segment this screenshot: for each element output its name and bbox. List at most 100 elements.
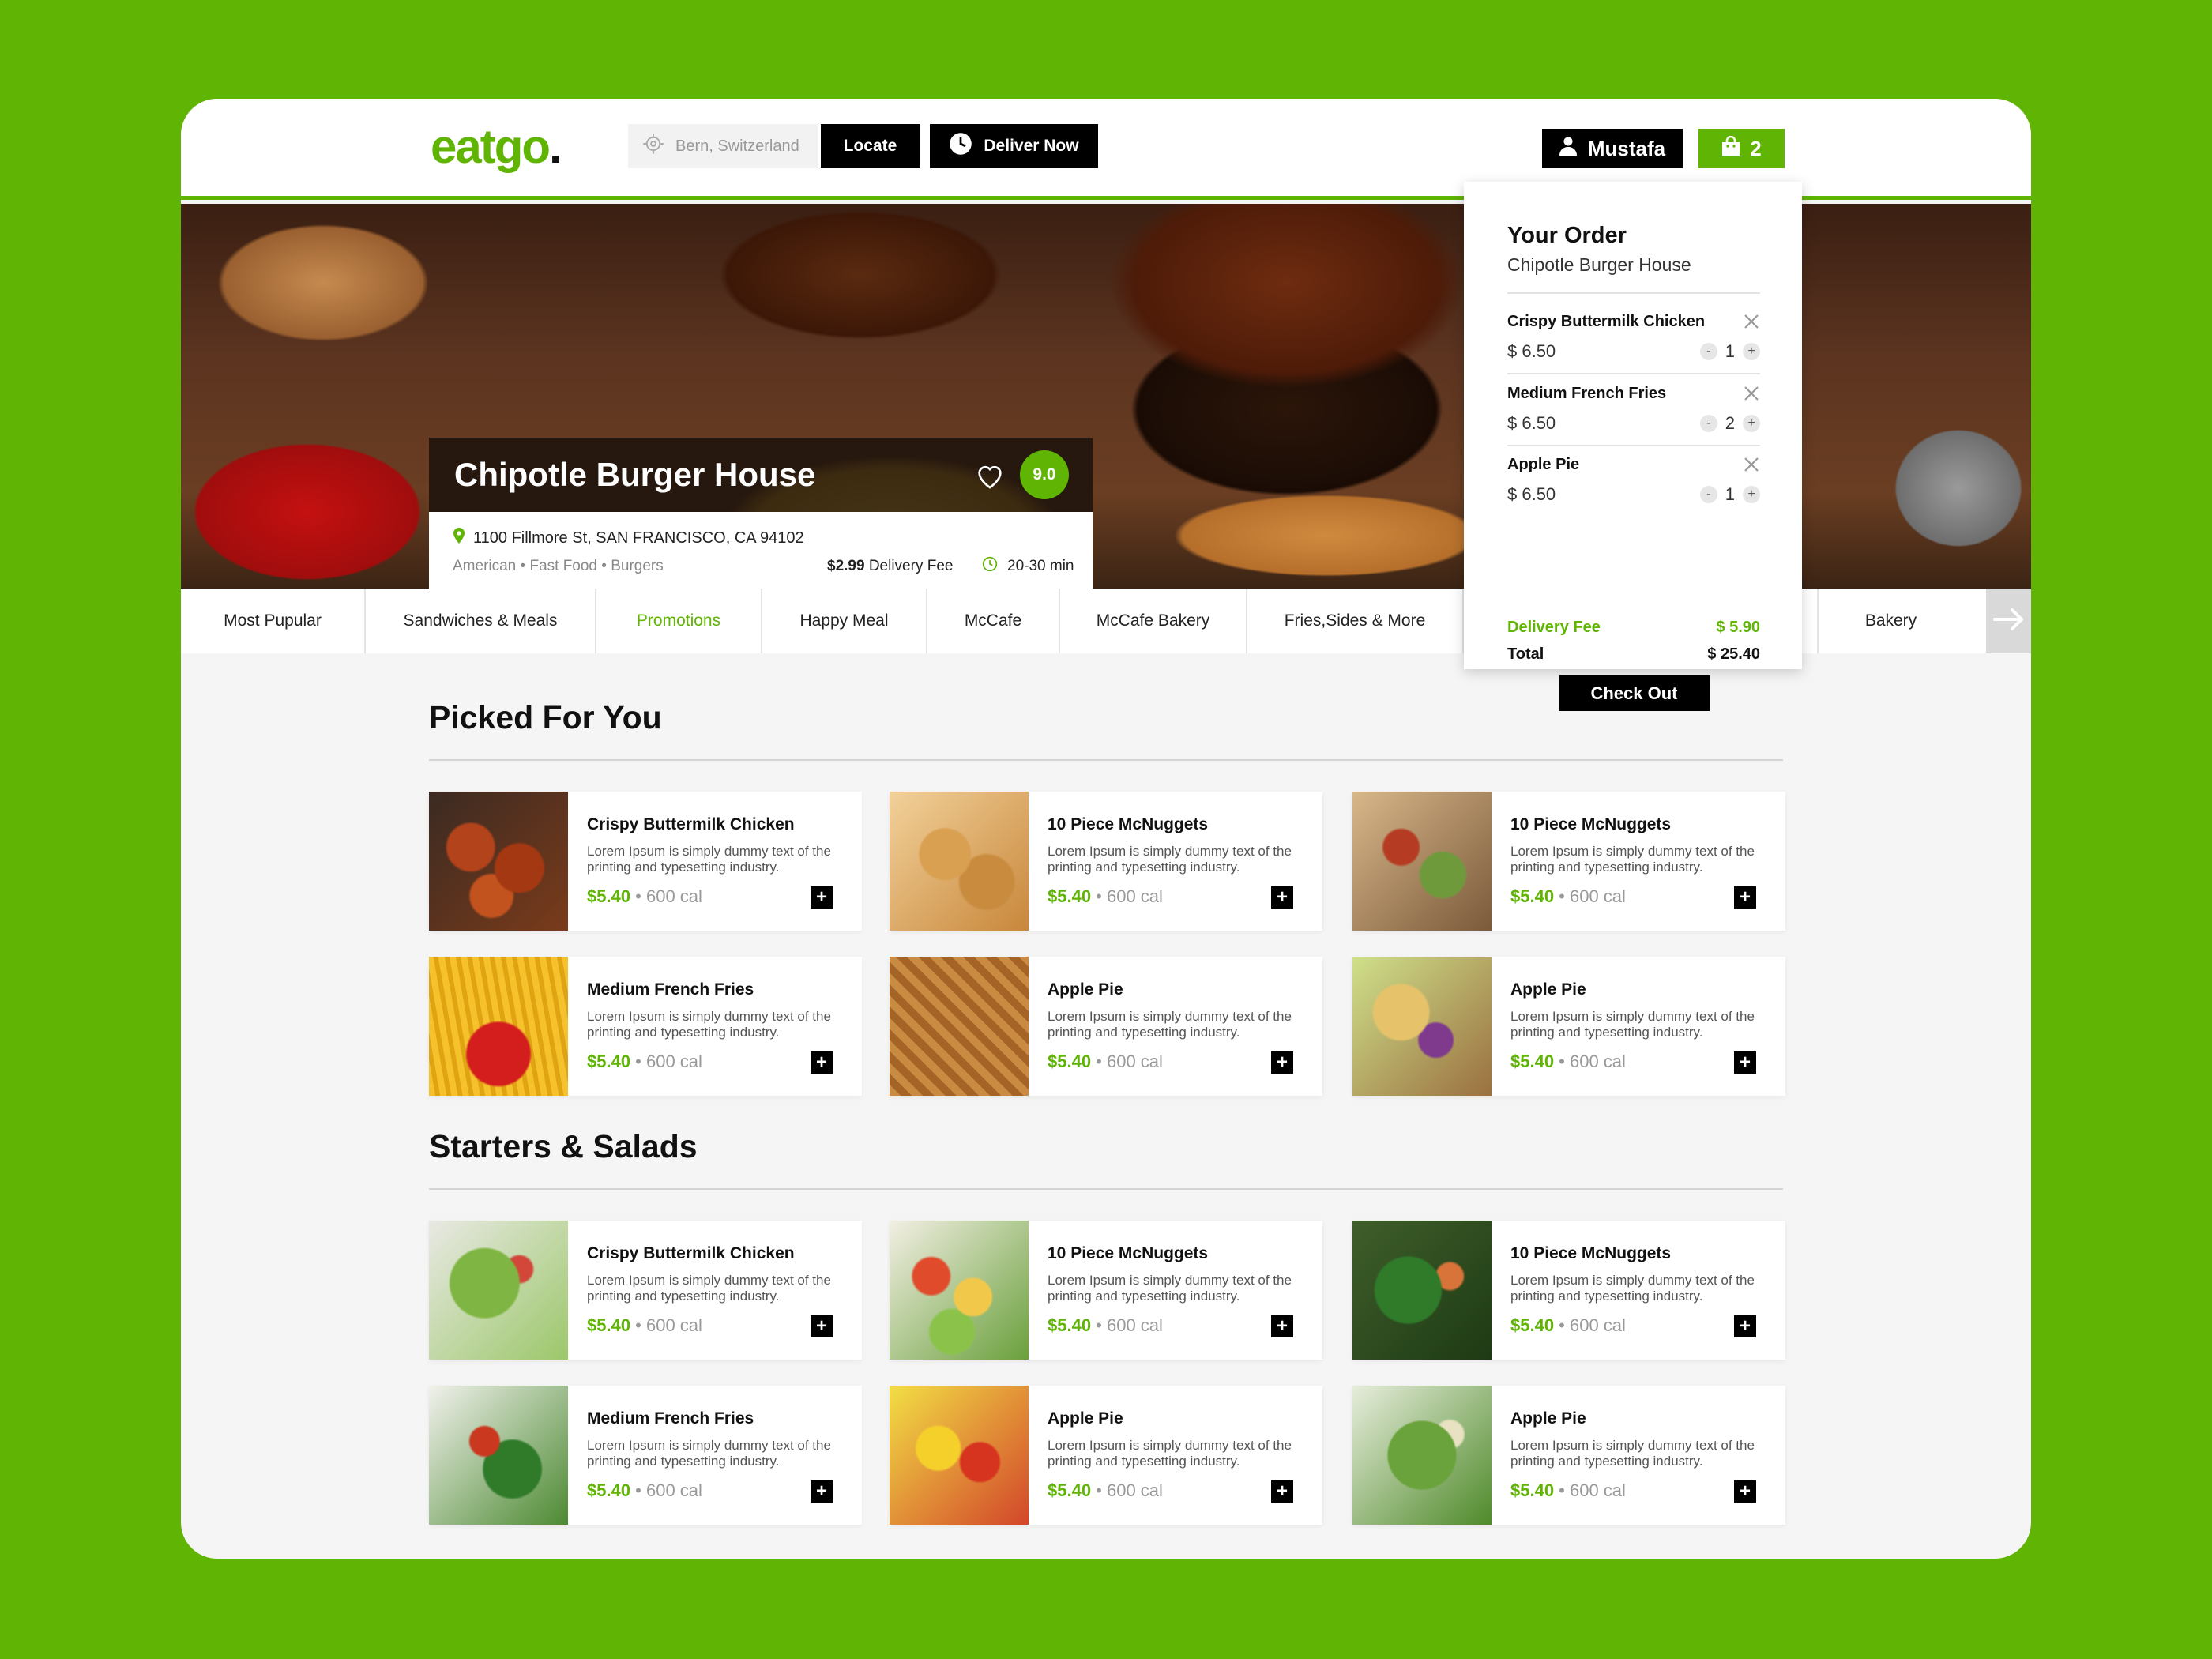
delivery-fee-label: Delivery Fee (868, 558, 954, 574)
menu-item-calories: • 600 cal (630, 886, 702, 906)
plus-icon: + (815, 1315, 827, 1337)
add-to-cart-button[interactable]: + (1734, 1480, 1756, 1503)
menu-item-card[interactable]: Crispy Buttermilk Chicken Lorem Ipsum is … (429, 792, 862, 931)
remove-item-icon[interactable] (1743, 456, 1760, 473)
restaurant-name: Chipotle Burger House (454, 456, 816, 493)
category-label: Happy Meal (799, 611, 889, 630)
add-to-cart-button[interactable]: + (811, 1480, 833, 1503)
menu-item-price: $5.40 (587, 1051, 631, 1071)
plus-icon: + (1739, 1051, 1751, 1073)
add-to-cart-button[interactable]: + (811, 1051, 833, 1074)
add-to-cart-button[interactable]: + (1734, 886, 1756, 908)
menu-item-image (890, 1386, 1029, 1525)
delivery-fee-amount: $2.99 (827, 558, 865, 574)
menu-item-calories: • 600 cal (630, 1051, 702, 1071)
category-label: Sandwiches & Meals (403, 611, 558, 630)
menu-item-card[interactable]: Medium French Fries Lorem Ipsum is simply… (429, 1386, 862, 1525)
menu-item-description: Lorem Ipsum is simply dummy text of the … (1048, 1009, 1292, 1040)
decrease-qty-button[interactable]: - (1699, 486, 1717, 503)
add-to-cart-button[interactable]: + (1734, 1051, 1756, 1074)
order-item-price: $ 6.50 (1507, 484, 1556, 504)
menu-item-price: $5.40 (587, 886, 631, 906)
order-total: Total $ 25.40 (1507, 645, 1760, 664)
category-next-button[interactable] (1986, 589, 2031, 653)
menu-item-name: Apple Pie (1510, 1409, 1586, 1428)
increase-qty-button[interactable]: + (1743, 343, 1760, 360)
divider (1507, 292, 1760, 294)
menu-item-image (429, 957, 568, 1096)
menu-item-card[interactable]: Medium French Fries Lorem Ipsum is simply… (429, 957, 862, 1096)
menu-item-calories: • 600 cal (1091, 1051, 1163, 1071)
menu-item-name: 10 Piece McNuggets (1510, 1244, 1672, 1262)
user-account-button[interactable]: Mustafa (1542, 129, 1683, 168)
plus-icon: + (1739, 1315, 1751, 1337)
plus-icon: + (815, 1480, 827, 1502)
menu-item-price: $5.40 (1048, 1315, 1092, 1335)
menu-item-description: Lorem Ipsum is simply dummy text of the … (1048, 1438, 1292, 1469)
cart-count: 2 (1750, 136, 1762, 160)
menu-item-price-line: $5.40 • 600 cal (1048, 886, 1163, 907)
category-promotions[interactable]: Promotions (596, 589, 762, 653)
add-to-cart-button[interactable]: + (1271, 1315, 1293, 1337)
category-most-popular[interactable]: Most Pupular (181, 589, 366, 653)
checkout-button[interactable]: Check Out (1559, 675, 1710, 711)
decrease-qty-button[interactable]: - (1699, 343, 1717, 360)
menu-item-card[interactable]: Apple Pie Lorem Ipsum is simply dummy tex… (1352, 1386, 1785, 1525)
decrease-qty-button[interactable]: - (1699, 415, 1717, 432)
menu-item-calories: • 600 cal (1091, 886, 1163, 906)
increase-qty-button[interactable]: + (1743, 415, 1760, 432)
menu-item-card[interactable]: 10 Piece McNuggets Lorem Ipsum is simply … (1352, 1221, 1785, 1360)
add-to-cart-button[interactable]: + (1271, 1480, 1293, 1503)
restaurant-info-card: Chipotle Burger House 9.0 1100 Fillmore … (429, 438, 1093, 589)
menu-item-card[interactable]: Apple Pie Lorem Ipsum is simply dummy tex… (890, 957, 1322, 1096)
category-bakery[interactable]: Bakery (1817, 589, 1963, 653)
deliver-now-button[interactable]: Deliver Now (930, 124, 1098, 168)
category-sandwiches-meals[interactable]: Sandwiches & Meals (366, 589, 596, 653)
add-to-cart-button[interactable]: + (1734, 1315, 1756, 1337)
plus-icon: + (1739, 886, 1751, 908)
add-to-cart-button[interactable]: + (811, 1315, 833, 1337)
cart-button[interactable]: 2 (1698, 129, 1785, 168)
increase-qty-button[interactable]: + (1743, 486, 1760, 503)
menu-item-name: Medium French Fries (587, 980, 754, 999)
delivery-fee: $2.99 Delivery Fee (827, 558, 953, 575)
category-mccafe[interactable]: McCafe (927, 589, 1060, 653)
locate-button[interactable]: Locate (821, 124, 920, 168)
eatgo-logo[interactable]: eatgo. (431, 119, 562, 174)
order-item-name: Medium French Fries (1507, 385, 1667, 402)
add-to-cart-button[interactable]: + (811, 886, 833, 908)
cuisine-tags: American • Fast Food • Burgers (453, 558, 664, 574)
menu-item-card[interactable]: Crispy Buttermilk Chicken Lorem Ipsum is … (429, 1221, 862, 1360)
menu-item-price: $5.40 (1048, 886, 1092, 906)
menu-item-card[interactable]: Apple Pie Lorem Ipsum is simply dummy tex… (890, 1386, 1322, 1525)
menu-item-price-line: $5.40 • 600 cal (1048, 1480, 1163, 1501)
remove-item-icon[interactable] (1743, 385, 1760, 402)
menu-item-price-line: $5.40 • 600 cal (1510, 886, 1626, 907)
crosshair-icon (642, 133, 664, 160)
menu-item-name: Medium French Fries (587, 1409, 754, 1428)
category-label: Bakery (1864, 611, 1917, 630)
add-to-cart-button[interactable]: + (1271, 1051, 1293, 1074)
menu-item-card[interactable]: 10 Piece McNuggets Lorem Ipsum is simply … (890, 1221, 1322, 1360)
divider (1507, 373, 1760, 374)
menu-item-card[interactable]: 10 Piece McNuggets Lorem Ipsum is simply … (890, 792, 1322, 931)
heart-icon[interactable] (974, 460, 1006, 491)
location-input[interactable]: Bern, Switzerland (628, 124, 818, 168)
menu-item-card[interactable]: Apple Pie Lorem Ipsum is simply dummy tex… (1352, 957, 1785, 1096)
menu-item-description: Lorem Ipsum is simply dummy text of the … (1510, 1273, 1755, 1304)
category-happy-meal[interactable]: Happy Meal (762, 589, 927, 653)
arrow-right-icon (1992, 608, 2025, 635)
menu-item-description: Lorem Ipsum is simply dummy text of the … (1510, 844, 1755, 875)
category-fries-sides[interactable]: Fries,Sides & More (1247, 589, 1464, 653)
menu-item-price: $5.40 (587, 1315, 631, 1335)
add-to-cart-button[interactable]: + (1271, 886, 1293, 908)
menu-item-card[interactable]: 10 Piece McNuggets Lorem Ipsum is simply … (1352, 792, 1785, 931)
menu-item-price: $5.40 (1048, 1051, 1092, 1071)
menu-item-calories: • 600 cal (630, 1480, 702, 1500)
remove-item-icon[interactable] (1743, 313, 1760, 330)
menu-item-price-line: $5.40 • 600 cal (1510, 1051, 1626, 1072)
category-mccafe-bakery[interactable]: McCafe Bakery (1060, 589, 1247, 653)
delivery-fee-value: $ 5.90 (1716, 619, 1760, 636)
delivery-fee-label: Delivery Fee (1507, 619, 1601, 636)
category-label: Promotions (636, 611, 721, 630)
